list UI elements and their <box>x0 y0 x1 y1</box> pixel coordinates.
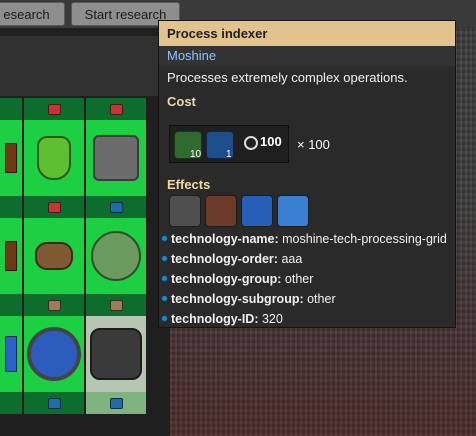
grid-row-labels-1 <box>0 98 168 120</box>
technology-tile[interactable] <box>0 316 22 392</box>
grid-row-labels-4 <box>0 392 168 414</box>
grid-row-tiles-3 <box>0 316 168 392</box>
technology-tile[interactable] <box>0 120 22 196</box>
robot-icon <box>169 195 201 227</box>
technology-tile[interactable] <box>86 218 146 294</box>
cost-label-cell <box>0 392 22 414</box>
cost-header: Cost <box>167 94 196 109</box>
planet-icon <box>91 231 141 281</box>
grid-row-labels-2 <box>0 196 168 218</box>
cost-box: 10 1 100 <box>169 125 289 163</box>
property-row: technology-subgroup: other <box>159 289 457 309</box>
panel-header <box>0 36 170 96</box>
tooltip-title: Process indexer <box>159 21 455 46</box>
solar-panel-icon <box>241 195 273 227</box>
technology-tile[interactable] <box>24 218 84 294</box>
grid-row-tiles-1 <box>0 120 168 196</box>
science-pack-red-icon <box>47 103 61 115</box>
property-row: technology-group: other <box>159 269 457 289</box>
cost-label-cell <box>24 98 84 120</box>
tooltip-description: Processes extremely complex operations. <box>167 70 408 85</box>
technology-properties: technology-name: moshine-tech-processing… <box>159 229 457 329</box>
grid-row-tiles-2 <box>0 218 168 294</box>
technology-grid <box>0 98 168 414</box>
ring-device-icon <box>27 327 81 381</box>
cost-label-cell <box>24 294 84 316</box>
cost-multiplier: × 100 <box>297 137 330 152</box>
flask-icon <box>37 136 71 180</box>
tooltip-mod-name: Moshine <box>159 46 455 66</box>
cost-count-2: 1 <box>226 149 232 160</box>
technology-tile[interactable] <box>24 316 84 392</box>
robot-icon <box>90 328 142 380</box>
cost-label-cell <box>0 196 22 218</box>
partial-tech-icon <box>5 336 17 372</box>
grid-row-labels-3 <box>0 294 168 316</box>
clock-icon <box>244 136 258 150</box>
chip-icon <box>109 397 123 409</box>
effects-header: Effects <box>167 177 211 192</box>
partial-tech-icon <box>5 241 17 271</box>
cost-label-cell-selected <box>86 392 146 414</box>
rock-icon <box>35 242 73 270</box>
property-row: technology-name: moshine-tech-processing… <box>159 229 457 249</box>
cost-count-1: 10 <box>190 149 202 160</box>
chip-icon <box>109 201 123 213</box>
assembler-icon <box>93 135 139 181</box>
partial-tech-icon <box>5 143 17 173</box>
gear-icon <box>161 235 168 242</box>
science-pack-red-icon <box>109 103 123 115</box>
cost-label-cell <box>24 392 84 414</box>
chip-icon <box>47 397 61 409</box>
technology-tile[interactable] <box>24 120 84 196</box>
cost-label-cell <box>86 294 146 316</box>
science-pack-red-icon <box>47 201 61 213</box>
gear-icon <box>109 299 123 311</box>
gear-icon <box>47 299 61 311</box>
technology-tile[interactable] <box>0 218 22 294</box>
property-row: technology-order: aaa <box>159 249 457 269</box>
cost-label-cell <box>0 98 22 120</box>
technology-grid-panel <box>0 28 170 436</box>
technology-tooltip: Process indexer Moshine Processes extrem… <box>158 20 456 328</box>
property-row: technology-ID: 320 <box>159 309 457 329</box>
gear-icon <box>161 275 168 282</box>
research-button[interactable]: esearch <box>0 2 65 26</box>
cost-label-cell <box>0 294 22 316</box>
cost-label-cell <box>86 98 146 120</box>
gear-icon <box>161 315 168 322</box>
gear-icon <box>161 295 168 302</box>
processor-icon <box>277 195 309 227</box>
cost-label-cell <box>86 196 146 218</box>
research-time: 100 <box>260 134 282 149</box>
cost-label-cell <box>24 196 84 218</box>
effects-icons <box>169 195 309 227</box>
technology-tile[interactable] <box>86 120 146 196</box>
technology-tile-selected[interactable] <box>86 316 146 392</box>
circuit-brown-icon <box>205 195 237 227</box>
gear-icon <box>161 255 168 262</box>
